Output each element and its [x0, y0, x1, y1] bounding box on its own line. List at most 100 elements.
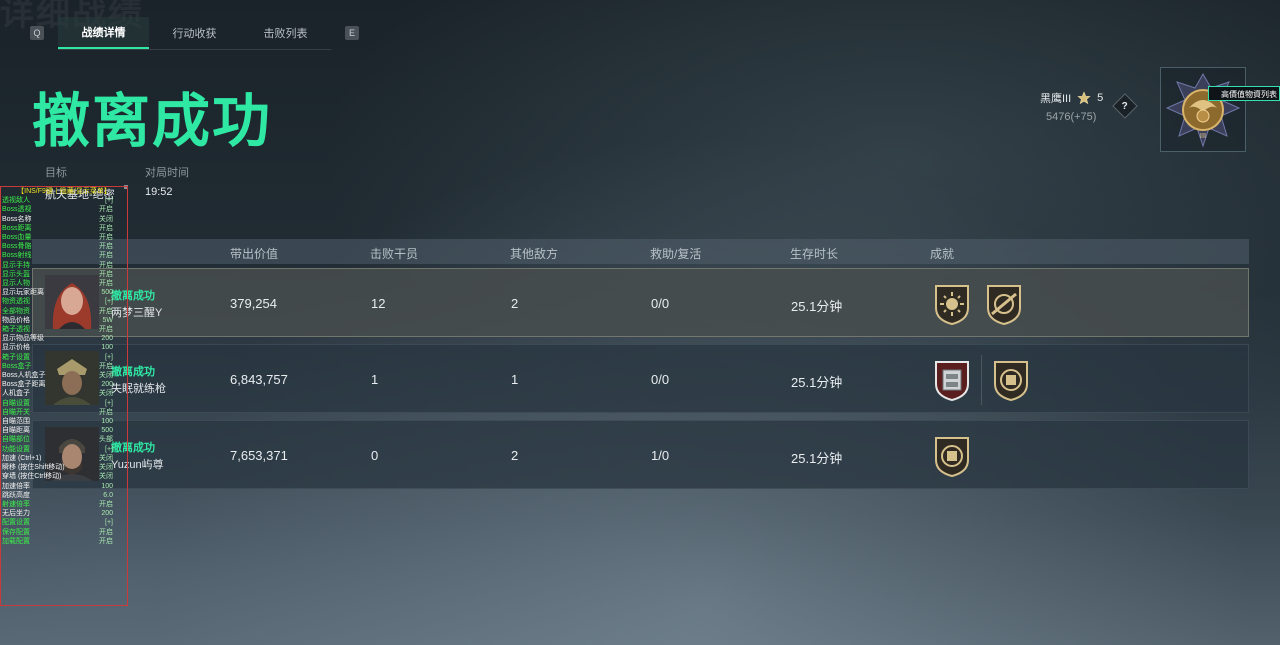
- debug-menu-item[interactable]: Boss血量 开启: [1, 233, 127, 242]
- rank-score: 5476(+75): [1046, 111, 1097, 123]
- debug-menu-item[interactable]: 功能设置 [+]: [1, 445, 127, 454]
- debug-item-value: 开启: [99, 500, 113, 508]
- other-enemies: 2: [511, 448, 519, 463]
- debug-menu-item[interactable]: Boss骨骼 开启: [1, 242, 127, 251]
- debug-item-value: 关闭: [99, 454, 113, 462]
- debug-item-label: 跳跃高度: [2, 491, 30, 499]
- rank-name: 黑鹰III: [1040, 93, 1072, 105]
- armor-badge-icon[interactable]: [932, 434, 972, 478]
- debug-menu-item[interactable]: 物资透视 [+]: [1, 297, 127, 306]
- debug-menu-item[interactable]: Boss盒子距离 200: [1, 380, 127, 389]
- rifle-scope-badge-icon[interactable]: [984, 282, 1024, 326]
- debug-menu-item[interactable]: Boss射线 开启: [1, 251, 127, 260]
- debug-item-label: 自瞄范围: [2, 418, 30, 426]
- tab-kill-list[interactable]: 击败列表: [240, 17, 331, 49]
- debug-menu-item[interactable]: 显示头盔 开启: [1, 270, 127, 279]
- header-extract-value: 带出价值: [230, 247, 279, 261]
- debug-item-value: 开启: [99, 224, 113, 232]
- debug-item-label: 显示价格: [2, 344, 30, 352]
- debug-item-label: Boss距离: [2, 224, 32, 232]
- rescue: 0/0: [651, 296, 670, 311]
- debug-item-label: 显示物品等级: [2, 335, 44, 343]
- debug-menu-item[interactable]: 人机盒子 关闭: [1, 389, 127, 398]
- tab-action-rewards[interactable]: 行动收获: [149, 17, 240, 49]
- eagle-emblem-icon: III: [1165, 72, 1241, 148]
- rescue: 1/0: [651, 448, 670, 463]
- debug-menu-item[interactable]: 显示物品等级 200: [1, 334, 127, 343]
- debug-item-label: Boss盒子距离: [2, 381, 46, 389]
- debug-item-value: 开启: [99, 206, 113, 214]
- debug-menu-item[interactable]: Boss距离 开启: [1, 224, 127, 233]
- debug-menu-item[interactable]: Boss名称 关闭: [1, 215, 127, 224]
- time-info: 对局时间 19:52: [145, 164, 189, 198]
- safe-box-badge-icon[interactable]: [932, 358, 972, 402]
- debug-menu-item[interactable]: 箱子透视 开启: [1, 325, 127, 334]
- svg-text:III: III: [1200, 132, 1206, 140]
- debug-menu-item[interactable]: 瞬移 (按住Shift移动) 关闭: [1, 463, 127, 472]
- debug-item-label: 显示头盔: [2, 270, 30, 278]
- debug-menu-item[interactable]: Boss盒子 开启: [1, 362, 127, 371]
- debug-menu-item[interactable]: 加速 (Ctrl+1) 关闭: [1, 454, 127, 463]
- armor-badge-icon[interactable]: [991, 358, 1031, 402]
- time-label: 对局时间: [145, 167, 189, 179]
- debug-menu-item[interactable]: 显示玩家距离 500: [1, 288, 127, 297]
- debug-menu-item[interactable]: 自瞄部位 头部: [1, 435, 127, 444]
- other-enemies: 1: [511, 372, 519, 387]
- debug-menu-item[interactable]: 透视敌人 [+]: [1, 196, 127, 205]
- debug-menu-item[interactable]: Boss透视 开启: [1, 205, 127, 214]
- debug-menu-item[interactable]: 无后坐力 200: [1, 509, 127, 518]
- debug-menu-item[interactable]: 加载配置 开启: [1, 537, 127, 546]
- debug-item-value: 开启: [99, 252, 113, 260]
- q-key-hint[interactable]: Q: [30, 26, 44, 40]
- debug-menu-item[interactable]: 箱子设置 [+]: [1, 353, 127, 362]
- debug-menu-title: 【INS/F9键丨隐藏/显示菜单】: [17, 188, 111, 195]
- table-row[interactable]: 撤离成功 失眠就练枪 6,843,757 1 1 0/0 25.1分钟: [32, 344, 1249, 413]
- extract-value: 6,843,757: [230, 372, 288, 387]
- header-rescue: 救助/复活: [650, 247, 702, 261]
- time-value: 19:52: [145, 186, 173, 198]
- debug-item-value: 200: [101, 510, 113, 518]
- debug-item-label: 箱子设置: [2, 353, 30, 361]
- debug-menu-item[interactable]: 跳跃高度 6.0: [1, 491, 127, 500]
- debug-item-label: Boss人机盒子: [2, 372, 46, 380]
- debug-item-label: 自瞄开关: [2, 408, 30, 416]
- other-enemies: 2: [511, 296, 519, 311]
- debug-item-value: 开启: [99, 243, 113, 251]
- debug-menu-item[interactable]: 显示价格 100: [1, 343, 127, 352]
- debug-menu-item[interactable]: 自瞄设置 [+]: [1, 399, 127, 408]
- debug-menu-item[interactable]: 物品价格 5W: [1, 316, 127, 325]
- debug-item-value: 200: [101, 335, 113, 343]
- debug-item-label: 加速倍率: [2, 482, 30, 490]
- help-icon[interactable]: ?: [1112, 93, 1138, 119]
- debug-menu-item[interactable]: 配置设置 [+]: [1, 518, 127, 527]
- debug-menu-item[interactable]: 穿墙 (按住Ctrl移动) 关闭: [1, 472, 127, 481]
- tab-match-details[interactable]: 战绩详情: [58, 16, 149, 49]
- rank-emblem[interactable]: III: [1160, 67, 1246, 152]
- debug-item-value: 开启: [99, 270, 113, 278]
- debug-item-value: [+]: [105, 519, 113, 527]
- debug-item-value: 100: [101, 418, 113, 426]
- table-header: 带出价值 击败干员 其他敌方 救助/复活 生存时长 成就: [32, 239, 1249, 264]
- debug-item-label: 透视敌人: [2, 197, 30, 205]
- debug-item-value: 开启: [99, 362, 113, 370]
- table-row[interactable]: 撤离成功 两梦三醒Y 379,254 12 2 0/0 25.1分钟: [32, 268, 1249, 337]
- debug-menu-item[interactable]: 全部物资 开启: [1, 307, 127, 316]
- debug-menu-item[interactable]: Boss人机盒子 关闭: [1, 371, 127, 380]
- debug-item-label: Boss名称: [2, 215, 32, 223]
- sun-badge-icon[interactable]: [932, 282, 972, 326]
- debug-menu-item[interactable]: 显示手持 开启: [1, 261, 127, 270]
- debug-menu-item[interactable]: 自瞄开关 开启: [1, 408, 127, 417]
- debug-item-value: [+]: [105, 298, 113, 306]
- debug-menu-item[interactable]: 显示人物 开启: [1, 279, 127, 288]
- debug-menu-item[interactable]: 自瞄距离 500: [1, 426, 127, 435]
- debug-item-label: 显示手持: [2, 261, 30, 269]
- debug-item-value: 开启: [99, 280, 113, 288]
- debug-menu-item[interactable]: 加速倍率 100: [1, 482, 127, 491]
- table-row[interactable]: 撤离成功 Yuzun屿尊 7,653,371 0 2 1/0 25.1分钟: [32, 420, 1249, 489]
- debug-item-value: 100: [101, 344, 113, 352]
- debug-menu-item[interactable]: 自瞄范围 100: [1, 417, 127, 426]
- debug-menu-item[interactable]: 射速倍率 开启: [1, 500, 127, 509]
- e-key-hint[interactable]: E: [345, 26, 359, 40]
- debug-item-label: 无后坐力: [2, 510, 30, 518]
- debug-menu-item[interactable]: 保存配置 开启: [1, 528, 127, 537]
